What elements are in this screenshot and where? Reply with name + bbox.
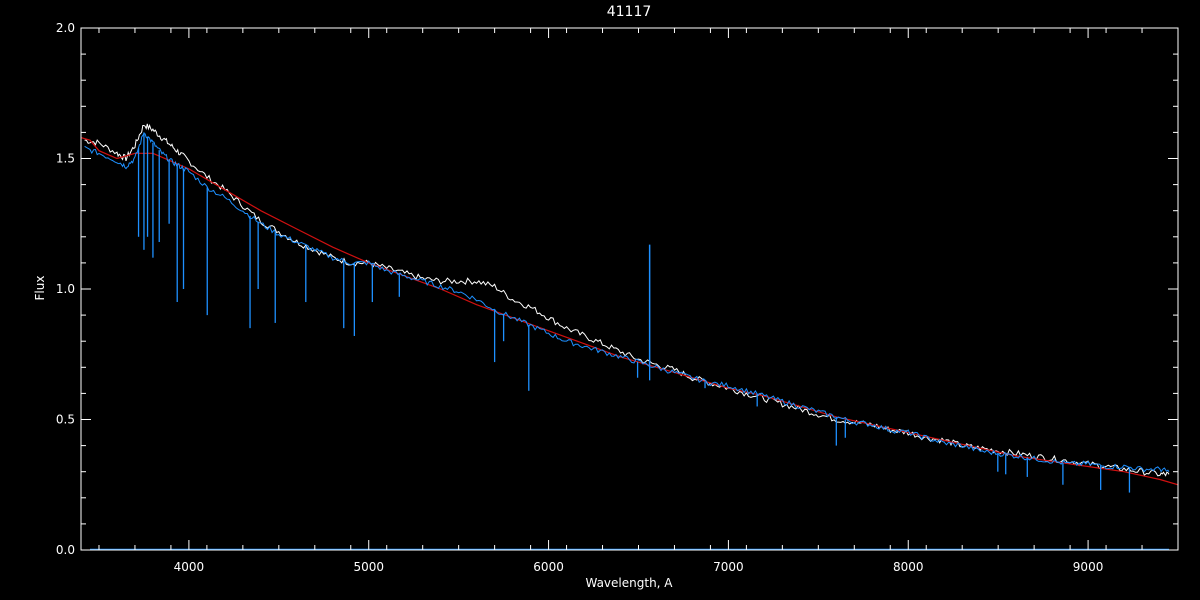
y-tick-label: 1.0 bbox=[56, 282, 75, 296]
x-tick-label: 5000 bbox=[353, 560, 384, 574]
x-tick-label: 8000 bbox=[893, 560, 924, 574]
y-tick-label: 0.5 bbox=[56, 413, 75, 427]
chart-background bbox=[0, 0, 1200, 600]
y-tick-label: 0.0 bbox=[56, 543, 75, 557]
spectrum-chart: 41117 Wavelength, A Flux 4000 5000 6000 700… bbox=[0, 0, 1200, 600]
x-tick-label: 9000 bbox=[1073, 560, 1104, 574]
x-tick-label: 4000 bbox=[174, 560, 205, 574]
y-axis-label: Flux bbox=[33, 276, 47, 301]
y-tick-label: 2.0 bbox=[56, 21, 75, 35]
y-tick-label: 1.5 bbox=[56, 152, 75, 166]
x-axis-label: Wavelength, A bbox=[585, 576, 673, 590]
x-tick-label: 7000 bbox=[713, 560, 744, 574]
x-tick-label: 6000 bbox=[533, 560, 564, 574]
chart-title: 41117 bbox=[607, 4, 652, 20]
